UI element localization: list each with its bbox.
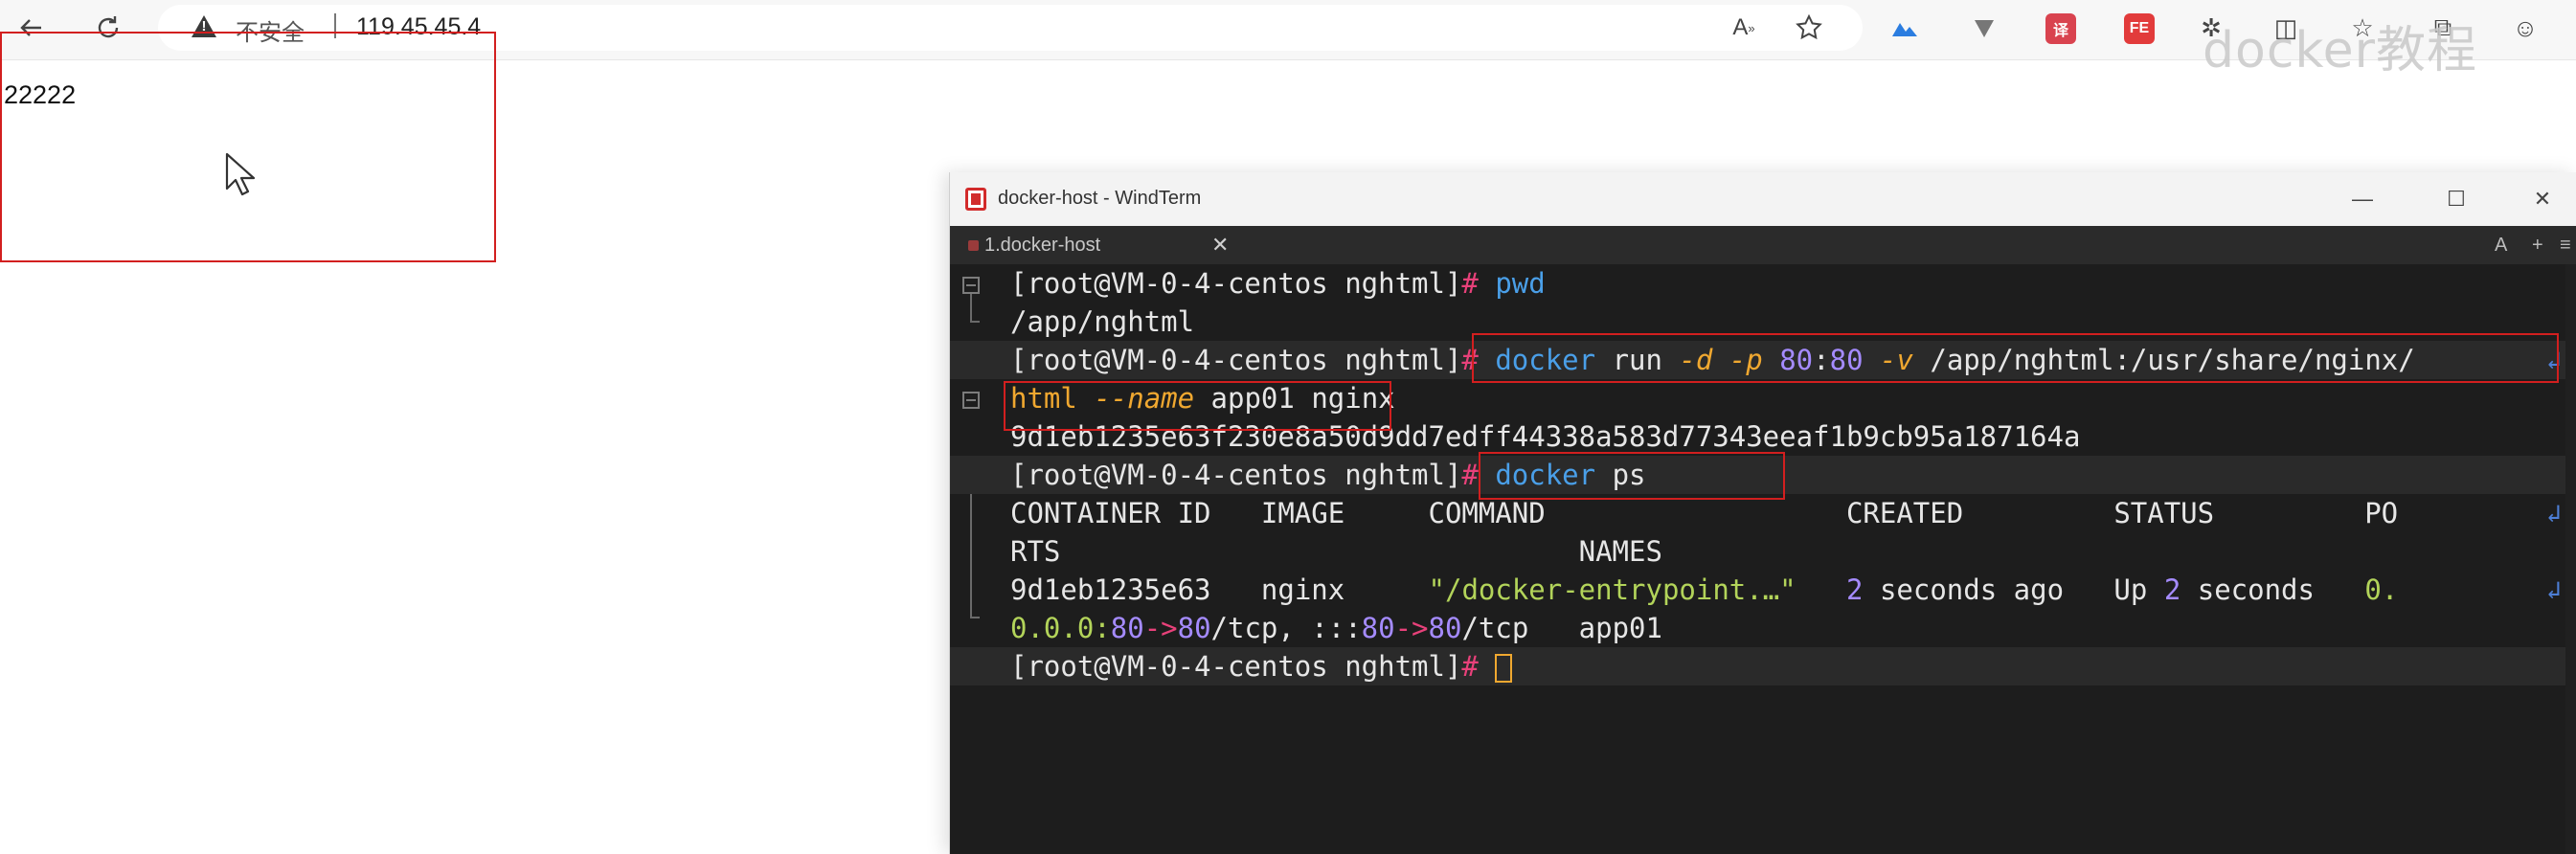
terminal-area[interactable]: [root@VM-0-4-centos nghtml]# pwd /app/ng…: [950, 264, 2576, 854]
terminal-line: [root@VM-0-4-centos nghtml]# pwd: [1010, 267, 1546, 300]
terminal-line: /app/nghtml: [1010, 305, 1195, 338]
fold-toggle-icon[interactable]: [962, 277, 980, 294]
terminal-line: 0.0.0:80->80/tcp, :::80->80/tcp app01: [1010, 612, 1662, 644]
close-icon[interactable]: ✕: [2520, 180, 2565, 218]
new-tab-button[interactable]: +: [2532, 235, 2543, 257]
mouse-cursor-icon: [224, 152, 257, 201]
tab-close-icon[interactable]: ✕: [1211, 233, 1229, 258]
windterm-app-icon: [965, 188, 986, 211]
annotation-box: [1479, 452, 1785, 500]
feedback-icon[interactable]: ☺: [2505, 8, 2545, 48]
window-titlebar[interactable]: docker-host - WindTerm — ☐ ✕: [950, 172, 2576, 226]
extension-translate-icon[interactable]: 译: [2045, 13, 2076, 44]
extension-fe-icon[interactable]: FE: [2124, 13, 2155, 44]
extension-cloud-icon[interactable]: [1888, 13, 1919, 44]
terminal-line: [root@VM-0-4-centos nghtml]#: [1010, 647, 1513, 685]
tab-docker-host[interactable]: 1.docker-host ✕: [950, 226, 1237, 264]
terminal-line: 9d1eb1235e63 nginx "/docker-entrypoint.……: [1010, 573, 2399, 606]
minimize-icon[interactable]: —: [2340, 180, 2384, 218]
favorite-star-icon[interactable]: [1789, 8, 1829, 48]
watermark-text: docker教程: [2203, 22, 2478, 79]
annotation-box: [0, 32, 496, 262]
terminal-line: CONTAINER ID IMAGE COMMAND CREATED STATU…: [1010, 497, 2399, 529]
font-size-button[interactable]: A: [2495, 235, 2507, 257]
line-wrap-icon: ↲: [2546, 576, 2562, 605]
tab-label: 1.docker-host: [984, 235, 1101, 256]
fold-toggle-icon[interactable]: [962, 392, 980, 409]
tab-menu-icon[interactable]: ≡: [2560, 235, 2571, 257]
annotation-box: [1472, 333, 2559, 383]
terminal-line: RTS NAMES: [1010, 535, 1662, 568]
annotation-box: [1004, 381, 1391, 431]
read-aloud-icon[interactable]: A»: [1724, 8, 1764, 48]
terminal-cursor: [1495, 654, 1513, 683]
terminal-scrollbar[interactable]: [2565, 264, 2576, 854]
tab-status-icon: [968, 240, 979, 251]
extension-v-icon[interactable]: [1969, 13, 2000, 44]
page-body-text: 22222: [4, 80, 77, 109]
tab-bar: 1.docker-host ✕ A + ≡: [950, 226, 2576, 264]
window-title: docker-host - WindTerm: [998, 188, 1202, 209]
line-wrap-icon: ↲: [2546, 500, 2562, 528]
maximize-icon[interactable]: ☐: [2434, 180, 2478, 218]
windterm-window: docker-host - WindTerm — ☐ ✕ 1.docker-ho…: [949, 172, 2576, 854]
